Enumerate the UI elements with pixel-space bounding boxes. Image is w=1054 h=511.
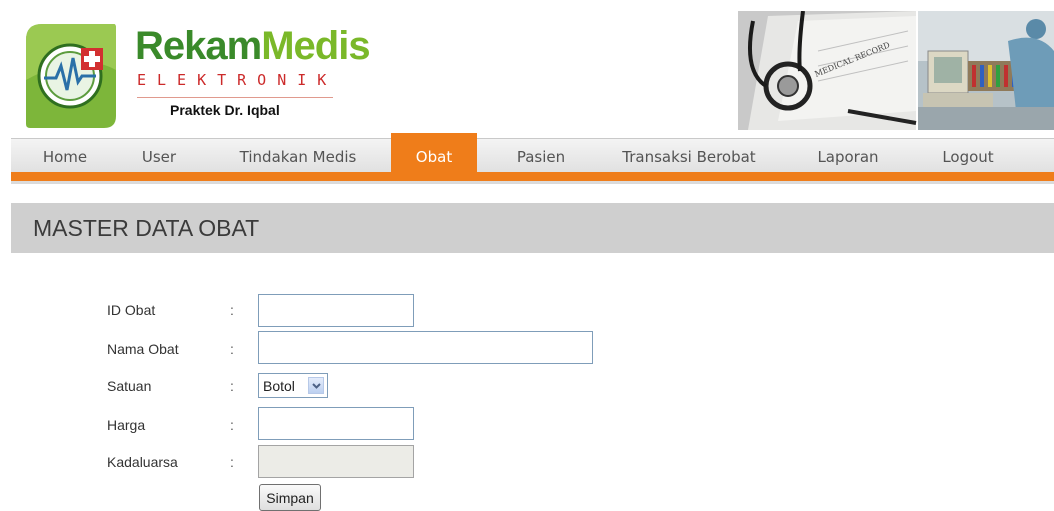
header: RekamMedis ELEKTRONIK Praktek Dr. Iqbal … xyxy=(0,0,1054,133)
brand-praktek: Praktek Dr. Iqbal xyxy=(170,102,280,118)
chevron-down-icon[interactable] xyxy=(308,377,324,394)
harga-input[interactable] xyxy=(258,407,414,440)
nav-item-logout[interactable]: Logout xyxy=(925,139,1011,173)
page-title: MASTER DATA OBAT xyxy=(33,215,260,241)
satuan-select[interactable]: Botol xyxy=(258,373,328,398)
nav-item-obat[interactable]: Obat xyxy=(391,133,477,173)
separator: : xyxy=(230,302,234,318)
brand-title-part1: Rekam xyxy=(135,24,262,68)
brand-title: RekamMedis xyxy=(135,24,371,68)
nav-item-pasien[interactable]: Pasien xyxy=(499,139,583,173)
label-harga: Harga xyxy=(107,417,146,433)
nav-item-transaksi-berobat[interactable]: Transaksi Berobat xyxy=(607,139,771,173)
separator: : xyxy=(230,454,234,470)
logo: RekamMedis ELEKTRONIK Praktek Dr. Iqbal xyxy=(10,10,371,130)
nav-item-laporan[interactable]: Laporan xyxy=(801,139,895,173)
label-satuan: Satuan xyxy=(107,378,152,394)
header-photos-image: MEDICAL RECORD xyxy=(738,11,1054,130)
nav-item-home[interactable]: Home xyxy=(31,139,99,173)
label-id-obat: ID Obat xyxy=(107,302,156,318)
separator: : xyxy=(230,378,234,394)
id-obat-input[interactable] xyxy=(258,294,414,327)
heartbeat-logo-icon xyxy=(26,24,116,128)
nav-accent-bar xyxy=(11,172,1054,181)
satuan-selected-value: Botol xyxy=(263,377,295,394)
nav-item-tindakan-medis[interactable]: Tindakan Medis xyxy=(223,139,373,173)
brand-divider xyxy=(137,97,333,98)
label-nama-obat: Nama Obat xyxy=(107,341,179,357)
separator: : xyxy=(230,341,234,357)
title-bar: MASTER DATA OBAT xyxy=(11,203,1054,253)
kadaluarsa-input[interactable] xyxy=(258,445,414,478)
separator: : xyxy=(230,417,234,433)
nav-item-user[interactable]: User xyxy=(121,139,197,173)
label-kadaluarsa: Kadaluarsa xyxy=(107,454,178,470)
simpan-button[interactable]: Simpan xyxy=(259,484,321,511)
nama-obat-input[interactable] xyxy=(258,331,593,364)
brand-subtitle: ELEKTRONIK xyxy=(137,71,338,89)
brand-title-part2: Medis xyxy=(261,24,370,68)
